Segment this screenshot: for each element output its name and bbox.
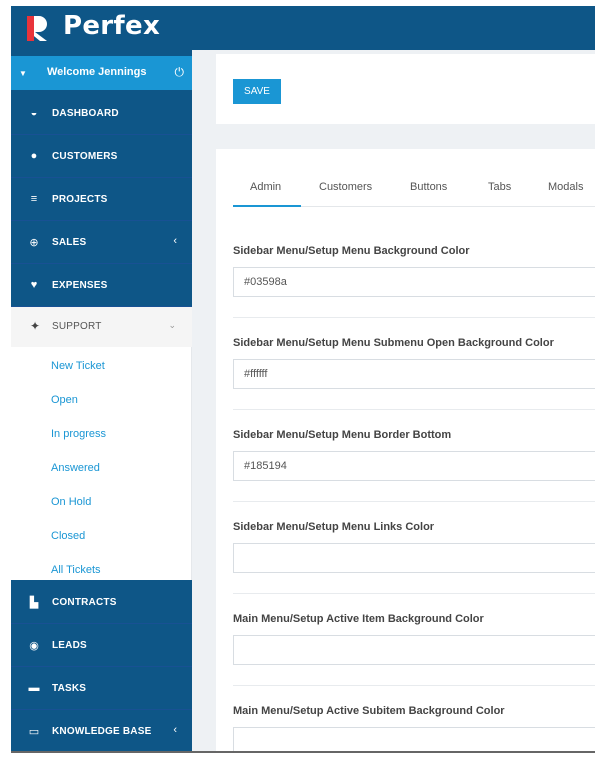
tab-customers[interactable]: Customers: [319, 181, 372, 193]
active-item-bg-color-input[interactable]: [233, 635, 595, 665]
divider: [233, 685, 595, 686]
sidebar-item-label: CUSTOMERS: [52, 151, 118, 162]
field-label: Sidebar Menu/Setup Menu Border Bottom: [233, 429, 452, 441]
bars-icon: ≡: [30, 193, 38, 205]
field-label: Main Menu/Setup Active Item Background C…: [233, 613, 484, 625]
tab-tabs[interactable]: Tabs: [488, 181, 511, 193]
links-color-input[interactable]: [233, 543, 595, 573]
sidebar-item-sales[interactable]: ⊕ SALES ‹: [11, 222, 192, 264]
tasks-icon: ▬: [28, 682, 40, 694]
sidebar-item-label: CONTRACTS: [52, 597, 117, 608]
brand-name: Perfex: [63, 11, 161, 41]
submenu-open[interactable]: Open: [51, 394, 78, 406]
save-button[interactable]: SAVE: [233, 79, 281, 104]
welcome-bar[interactable]: ▼ Welcome Jennings ⏻: [11, 56, 192, 90]
sidebar-item-projects[interactable]: ≡ PROJECTS: [11, 179, 192, 221]
divider: [233, 501, 595, 502]
perfex-logo-icon: [27, 16, 47, 41]
sidebar-item-label: KNOWLEDGE BASE: [52, 726, 152, 737]
rocket-icon: ✦: [30, 319, 41, 333]
divider: [233, 317, 595, 318]
chevron-down-icon: ⌄: [168, 320, 176, 330]
tab-modals[interactable]: Modals: [548, 181, 583, 193]
tag-icon: ◉: [29, 640, 39, 652]
toolbar-card: SAVE: [216, 54, 595, 124]
border-bottom-color-input[interactable]: #185194: [233, 451, 595, 481]
support-submenu: ✦ SUPPORT ⌄ New Ticket Open In progress …: [11, 307, 192, 580]
caret-down-icon[interactable]: ▼: [19, 69, 27, 78]
sidebar-item-knowledge-base[interactable]: ▭ KNOWLEDGE BASE ‹: [11, 711, 192, 751]
tab-admin[interactable]: Admin: [250, 181, 281, 193]
sidebar-item-label: PROJECTS: [52, 194, 108, 205]
dashboard-icon: ◒: [30, 107, 38, 119]
submenu-in-progress[interactable]: In progress: [51, 428, 106, 440]
submenu-answered[interactable]: Answered: [51, 462, 100, 474]
sidebar-item-label: SUPPORT: [52, 321, 102, 332]
sidebar-item-dashboard[interactable]: ◒ DASHBOARD: [11, 93, 192, 135]
sidebar-item-leads[interactable]: ◉ LEADS: [11, 625, 192, 667]
chevron-left-icon: ‹: [173, 724, 177, 736]
submenu-new-ticket[interactable]: New Ticket: [51, 360, 105, 372]
file-icon: ▙: [29, 597, 39, 609]
sidebar-item-contracts[interactable]: ▙ CONTRACTS: [11, 582, 192, 624]
settings-card: Admin Customers Buttons Tabs Modals Side…: [216, 149, 595, 751]
sidebar-item-label: LEADS: [52, 640, 87, 651]
active-subitem-bg-color-input[interactable]: [233, 727, 595, 751]
chevron-left-icon: ‹: [173, 235, 177, 247]
top-bar: Perfex: [11, 6, 595, 50]
folder-icon: ▭: [28, 726, 40, 738]
globe-icon: ⊕: [29, 237, 39, 249]
sidebar-item-tasks[interactable]: ▬ TASKS: [11, 668, 192, 710]
sidebar-item-expenses[interactable]: ♥ EXPENSES: [11, 265, 192, 307]
sidebar-item-label: SALES: [52, 237, 87, 248]
sidebar-bg-color-input[interactable]: #03598a: [233, 267, 595, 297]
field-label: Sidebar Menu/Setup Menu Links Color: [233, 521, 435, 533]
field-label: Sidebar Menu/Setup Menu Background Color: [233, 245, 470, 257]
power-icon[interactable]: ⏻: [175, 65, 185, 80]
field-label: Main Menu/Setup Active Subitem Backgroun…: [233, 705, 505, 717]
sidebar: ▼ Welcome Jennings ⏻ ◒ DASHBOARD ● CUSTO…: [11, 50, 192, 751]
settings-tabs: Admin Customers Buttons Tabs Modals: [233, 171, 595, 207]
sidebar-item-customers[interactable]: ● CUSTOMERS: [11, 136, 192, 178]
submenu-on-hold[interactable]: On Hold: [51, 496, 91, 508]
active-tab-indicator: [233, 205, 301, 207]
submenu-closed[interactable]: Closed: [51, 530, 85, 542]
sidebar-item-label: DASHBOARD: [52, 108, 119, 119]
sidebar-item-label: TASKS: [52, 683, 87, 694]
divider: [233, 409, 595, 410]
submenu-open-bg-color-input[interactable]: #ffffff: [233, 359, 595, 389]
app-window: Perfex ▼ Welcome Jennings ⏻ ◒ DASHBOARD …: [11, 6, 595, 751]
field-label: Sidebar Menu/Setup Menu Submenu Open Bac…: [233, 337, 554, 349]
divider: [233, 593, 595, 594]
window-bottom-edge: [11, 751, 595, 753]
sidebar-item-support[interactable]: ✦ SUPPORT ⌄: [11, 307, 192, 347]
tab-buttons[interactable]: Buttons: [410, 181, 447, 193]
users-icon: ●: [30, 150, 38, 162]
welcome-label: Welcome Jennings: [47, 66, 147, 78]
sidebar-item-label: EXPENSES: [52, 280, 108, 291]
submenu-all-tickets[interactable]: All Tickets: [51, 564, 101, 576]
heart-icon: ♥: [30, 279, 38, 291]
